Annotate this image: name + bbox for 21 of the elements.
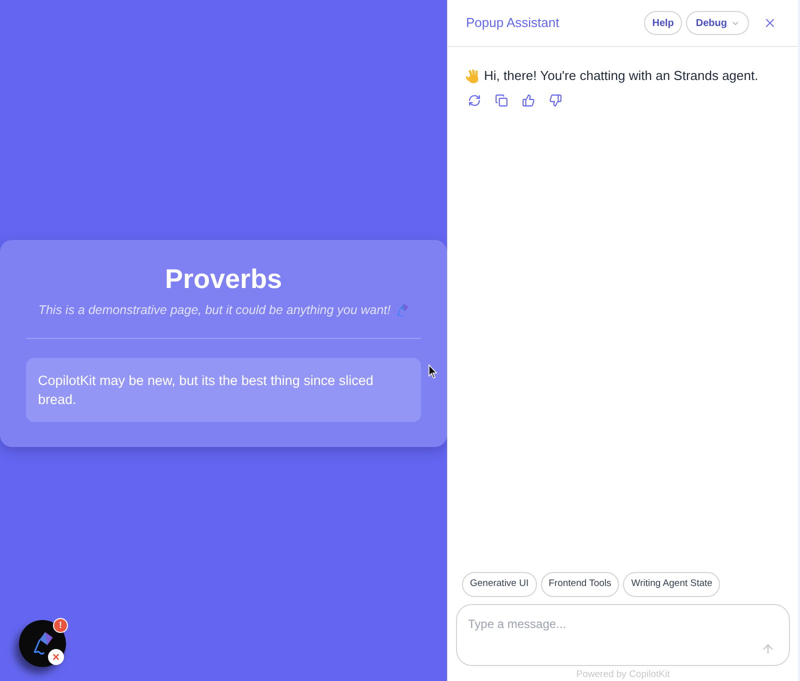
close-icon[interactable] [763,16,777,30]
message-input[interactable]: Type a message... [456,604,790,666]
debug-dropdown[interactable]: Debug [686,11,749,35]
help-button[interactable]: Help [644,11,682,35]
thumbs-up-icon[interactable] [522,94,535,107]
regenerate-icon[interactable] [468,94,481,107]
waving-hand-icon [466,68,481,84]
assistant-message: Hi, there! You're chatting with an Strands agent. [484,67,758,85]
suggestion-chip[interactable]: Writing Agent State [623,572,720,597]
kite-icon [32,630,54,656]
page-subtitle: This is a demonstrative page, but it could be anything you want! [38,302,391,319]
copy-icon[interactable] [495,94,508,107]
page-title: Proverbs [164,263,282,296]
thumbs-down-icon[interactable] [549,94,562,107]
chat-title: Popup Assistant [466,14,560,32]
mouse-pointer-icon [428,364,438,379]
suggestion-chip[interactable]: Generative UI [462,572,537,597]
kite-icon [396,302,409,318]
suggestion-chip[interactable]: Frontend Tools [540,572,620,597]
dismiss-icon[interactable] [48,649,64,665]
proverb-text: CopilotKit may be new, but its the best thing since sliced bread. [38,372,374,409]
